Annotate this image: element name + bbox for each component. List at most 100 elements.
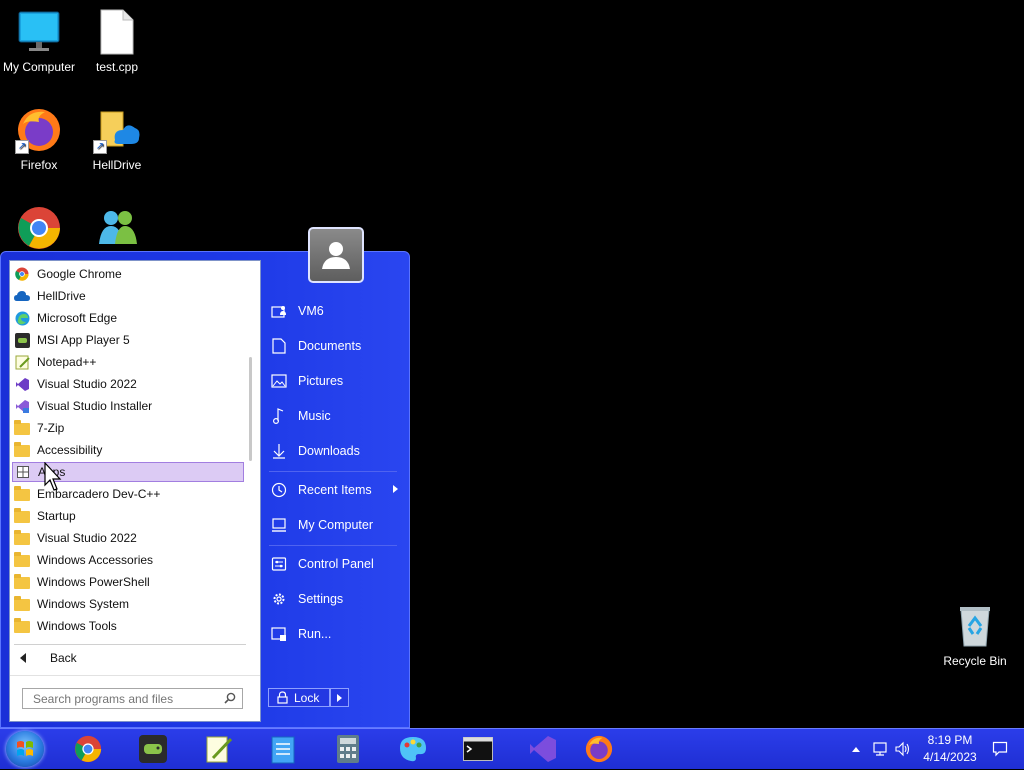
taskbar-visual-studio[interactable] [527,733,559,765]
program-item-label: Visual Studio 2022 [37,377,137,391]
search-input[interactable] [31,690,215,707]
start-button[interactable] [6,731,44,767]
desktop-icon-chrome[interactable] [0,204,79,256]
right-item-control-panel[interactable]: Control Panel [271,553,401,575]
right-item-my-computer[interactable]: My Computer [271,514,401,536]
download-icon [271,443,287,459]
program-item-windows-accessories[interactable]: Windows Accessories [12,550,244,570]
network-icon[interactable] [872,741,888,757]
notification-center[interactable] [992,729,1008,769]
program-item-visual-studio-2022-folder[interactable]: Visual Studio 2022 [12,528,244,548]
right-item-run[interactable]: Run... [271,623,401,645]
taskbar-notepad[interactable] [267,733,299,765]
program-item-notepad-plus-plus[interactable]: Notepad++ [12,352,244,372]
taskbar-calculator[interactable] [332,733,364,765]
people-icon [93,204,141,252]
desktop-icon-label: HellDrive [92,158,142,172]
right-item-recent-items[interactable]: Recent Items [271,479,401,501]
desktop-icon-label: test.cpp [95,60,139,74]
clock-icon [271,482,287,498]
desktop-icon-recycle-bin[interactable]: Recycle Bin [935,602,1015,668]
program-item-accessibility[interactable]: Accessibility [12,440,244,460]
taskbar-command-prompt[interactable] [462,733,494,765]
program-item-label: Windows System [37,597,130,611]
folder-icon [14,552,30,568]
divider [10,675,260,676]
divider [14,644,246,645]
taskbar-chrome[interactable] [72,733,104,765]
show-hidden-icons-icon[interactable] [852,746,860,752]
divider [269,471,397,472]
program-item-7-zip[interactable]: 7-Zip [12,418,244,438]
desktop-icon-helldrive[interactable]: ↗ HellDrive [77,106,157,172]
chrome-icon [74,735,102,763]
right-item-label: Documents [298,339,362,353]
right-item-vm6[interactable]: VM6 [271,300,401,322]
right-item-settings[interactable]: Settings [271,588,401,610]
taskbar-paint[interactable] [397,733,429,765]
lock-button[interactable]: Lock [268,688,330,707]
notepad-plus-icon [206,736,232,763]
user-avatar[interactable] [308,227,364,283]
right-item-downloads[interactable]: Downloads [271,440,401,462]
paint-palette-icon [400,737,426,762]
edge-icon [14,310,30,326]
taskbar-notepad-plus-plus[interactable] [202,733,234,765]
desktop-icon-my-computer[interactable]: My Computer [0,8,79,74]
program-item-visual-studio-2022[interactable]: Visual Studio 2022 [12,374,244,394]
back-button-label: Back [50,651,77,665]
taskbar-firefox[interactable] [583,733,615,765]
right-item-pictures[interactable]: Pictures [271,370,401,392]
program-item-label: Windows Accessories [37,553,154,567]
right-item-label: Pictures [298,374,344,388]
folder-icon [14,596,30,612]
terminal-icon [463,737,493,761]
visual-studio-icon [14,376,30,392]
back-button[interactable]: Back [20,651,77,665]
right-item-documents[interactable]: Documents [271,335,401,357]
program-list-scrollbar[interactable] [249,357,252,461]
program-item-visual-studio-installer[interactable]: Visual Studio Installer [12,396,244,416]
desktop-icon-label: My Computer [2,60,76,74]
back-arrow-icon [20,653,26,663]
shortcut-arrow-icon: ↗ [93,140,107,154]
right-item-music[interactable]: Music [271,405,401,427]
program-item-microsoft-edge[interactable]: Microsoft Edge [12,308,244,328]
search-icon[interactable] [224,692,236,707]
folder-icon [14,420,30,436]
program-item-helldrive[interactable]: HellDrive [12,286,244,306]
program-item-windows-powershell[interactable]: Windows PowerShell [12,572,244,592]
music-icon [271,408,287,424]
notepad-plus-icon [14,354,30,370]
right-item-label: Recent Items [298,483,372,497]
program-item-google-chrome[interactable]: Google Chrome [12,264,244,284]
shutdown-options-button[interactable] [330,688,349,707]
shortcut-arrow-icon: ↗ [15,140,29,154]
cloud-icon [14,288,30,304]
program-item-windows-tools[interactable]: Windows Tools [12,616,244,636]
program-item-msi-app-player-5[interactable]: MSI App Player 5 [12,330,244,350]
clock-date: 4/14/2023 [923,750,977,764]
taskbar-clock[interactable]: 8:19 PM 4/14/2023 [918,732,982,766]
taskbar-msi-app-player[interactable] [137,733,169,765]
desktop-icon-messenger[interactable] [77,204,157,256]
desktop-icon-label: Firefox [20,158,58,172]
desktop-icon-test-cpp[interactable]: test.cpp [77,8,157,74]
lock-icon [277,691,288,704]
program-item-startup[interactable]: Startup [12,506,244,526]
firefox-icon: ↗ [15,106,63,154]
document-icon [93,8,141,56]
folder-icon [14,486,30,502]
program-item-windows-system[interactable]: Windows System [12,594,244,614]
right-item-label: VM6 [298,304,324,318]
volume-icon[interactable] [894,741,910,757]
program-item-label: 7-Zip [37,421,65,435]
right-item-label: Control Panel [298,557,374,571]
program-item-label: Microsoft Edge [37,311,118,325]
desktop-icon-firefox[interactable]: ↗ Firefox [0,106,79,172]
mouse-cursor-icon [44,462,62,491]
search-box[interactable] [22,688,243,709]
pictures-icon [271,374,287,388]
chevron-right-icon [337,693,342,702]
program-item-label: MSI App Player 5 [37,333,130,347]
